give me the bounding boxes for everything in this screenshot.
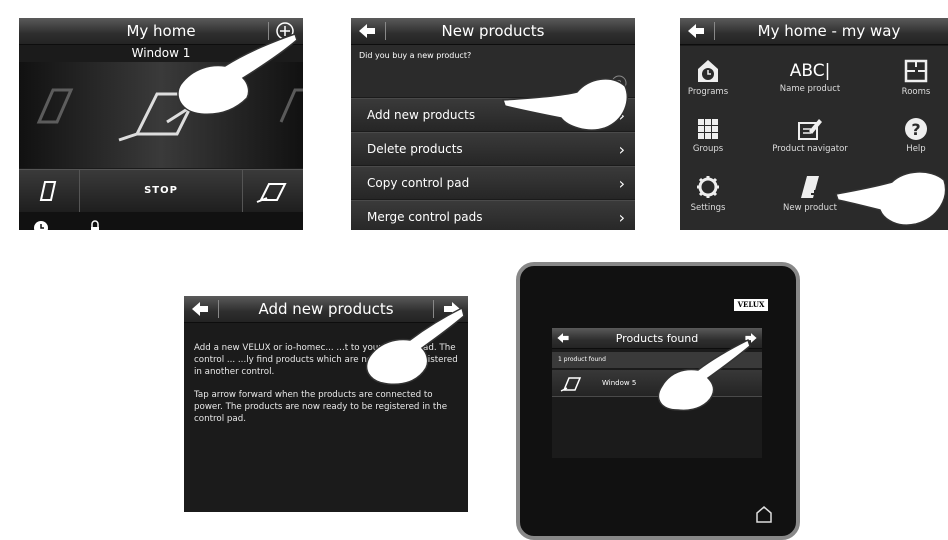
page-title: New products (441, 22, 545, 40)
clock-house-icon (698, 60, 718, 82)
prompt-text: Did you buy a new product? (359, 51, 472, 60)
tile-product-navigator[interactable]: Product navigator (768, 117, 852, 154)
back-arrow-icon[interactable] (190, 301, 210, 317)
products-found-screen: Products found 1 product found Window 5 (552, 328, 762, 458)
tile-name-product[interactable]: ABC| Name product (768, 58, 852, 94)
menu-item-label: Copy control pad (367, 176, 470, 190)
help-icon: ? (905, 118, 927, 140)
pointing-hand-icon (365, 306, 465, 386)
home-icon[interactable] (754, 504, 774, 524)
bottom-bar (19, 212, 303, 230)
tile-rooms[interactable]: Rooms (874, 58, 948, 97)
tile-groups[interactable]: Groups (680, 117, 750, 154)
tile-settings[interactable]: Settings (680, 174, 750, 213)
stop-button[interactable]: STOP (79, 170, 243, 212)
tile-label: Rooms (901, 87, 931, 97)
svg-text:?: ? (911, 120, 920, 139)
tile-label: Name product (779, 84, 841, 94)
new-products-screen: New products Did you buy a new product? … (351, 18, 635, 230)
add-new-products-screen: Add new products Add a new VELUX or io-h… (184, 296, 468, 512)
window-icon (560, 377, 582, 392)
product-label: Window 5 (602, 379, 637, 387)
close-window-icon[interactable] (243, 170, 303, 212)
edit-panel-icon (798, 119, 822, 140)
my-home-screen: My home Window 1 STOP (19, 18, 303, 230)
lock-icon[interactable] (85, 220, 105, 230)
page-title: My home - my way (757, 22, 901, 40)
back-arrow-icon[interactable] (357, 23, 377, 39)
back-arrow-icon[interactable] (556, 332, 570, 344)
menu-item-label: Delete products (367, 142, 463, 156)
chevron-right-icon: › (618, 207, 625, 227)
header: My home - my way (680, 18, 948, 45)
pointing-hand-icon (177, 33, 298, 115)
abc-text-icon: ABC| (789, 61, 831, 81)
menu-item-merge-control-pads[interactable]: Merge control pads › (351, 200, 635, 230)
tile-label: Help (906, 144, 926, 154)
menu-item-label: Add new products (367, 108, 476, 122)
my-home-my-way-screen: My home - my way Programs ABC| Name prod… (680, 18, 948, 230)
tile-label: Settings (690, 203, 726, 213)
pointing-hand-icon (501, 78, 628, 131)
grid-icon (698, 119, 718, 139)
instructions-paragraph: Tap arrow forward when the products are … (194, 390, 448, 424)
control-pad-device: VELUX Products found 1 product found Win… (516, 262, 800, 540)
tile-programs[interactable]: Programs (680, 58, 750, 97)
pointing-hand-icon (657, 338, 751, 412)
tile-label: Product navigator (772, 144, 848, 154)
open-window-icon[interactable] (19, 170, 79, 212)
header: New products (351, 18, 635, 45)
floorplan-icon (904, 59, 928, 83)
gear-icon (697, 176, 719, 198)
back-arrow-icon[interactable] (686, 23, 706, 39)
menu-item-copy-control-pad[interactable]: Copy control pad › (351, 166, 635, 199)
tile-label: Groups (692, 144, 724, 154)
menu-item-label: Merge control pads (367, 210, 483, 224)
tile-help[interactable]: ? Help (874, 117, 948, 154)
new-product-icon (801, 176, 819, 198)
velux-logo: VELUX (734, 299, 768, 311)
menu-item-delete-products[interactable]: Delete products › (351, 132, 635, 165)
chevron-right-icon: › (618, 173, 625, 193)
tile-label: New product (783, 203, 837, 213)
clock-icon[interactable] (33, 220, 49, 230)
chevron-right-icon: › (618, 139, 625, 159)
control-bar: STOP (19, 169, 303, 212)
pointing-hand-icon (835, 171, 947, 226)
tile-label: Programs (687, 87, 729, 97)
